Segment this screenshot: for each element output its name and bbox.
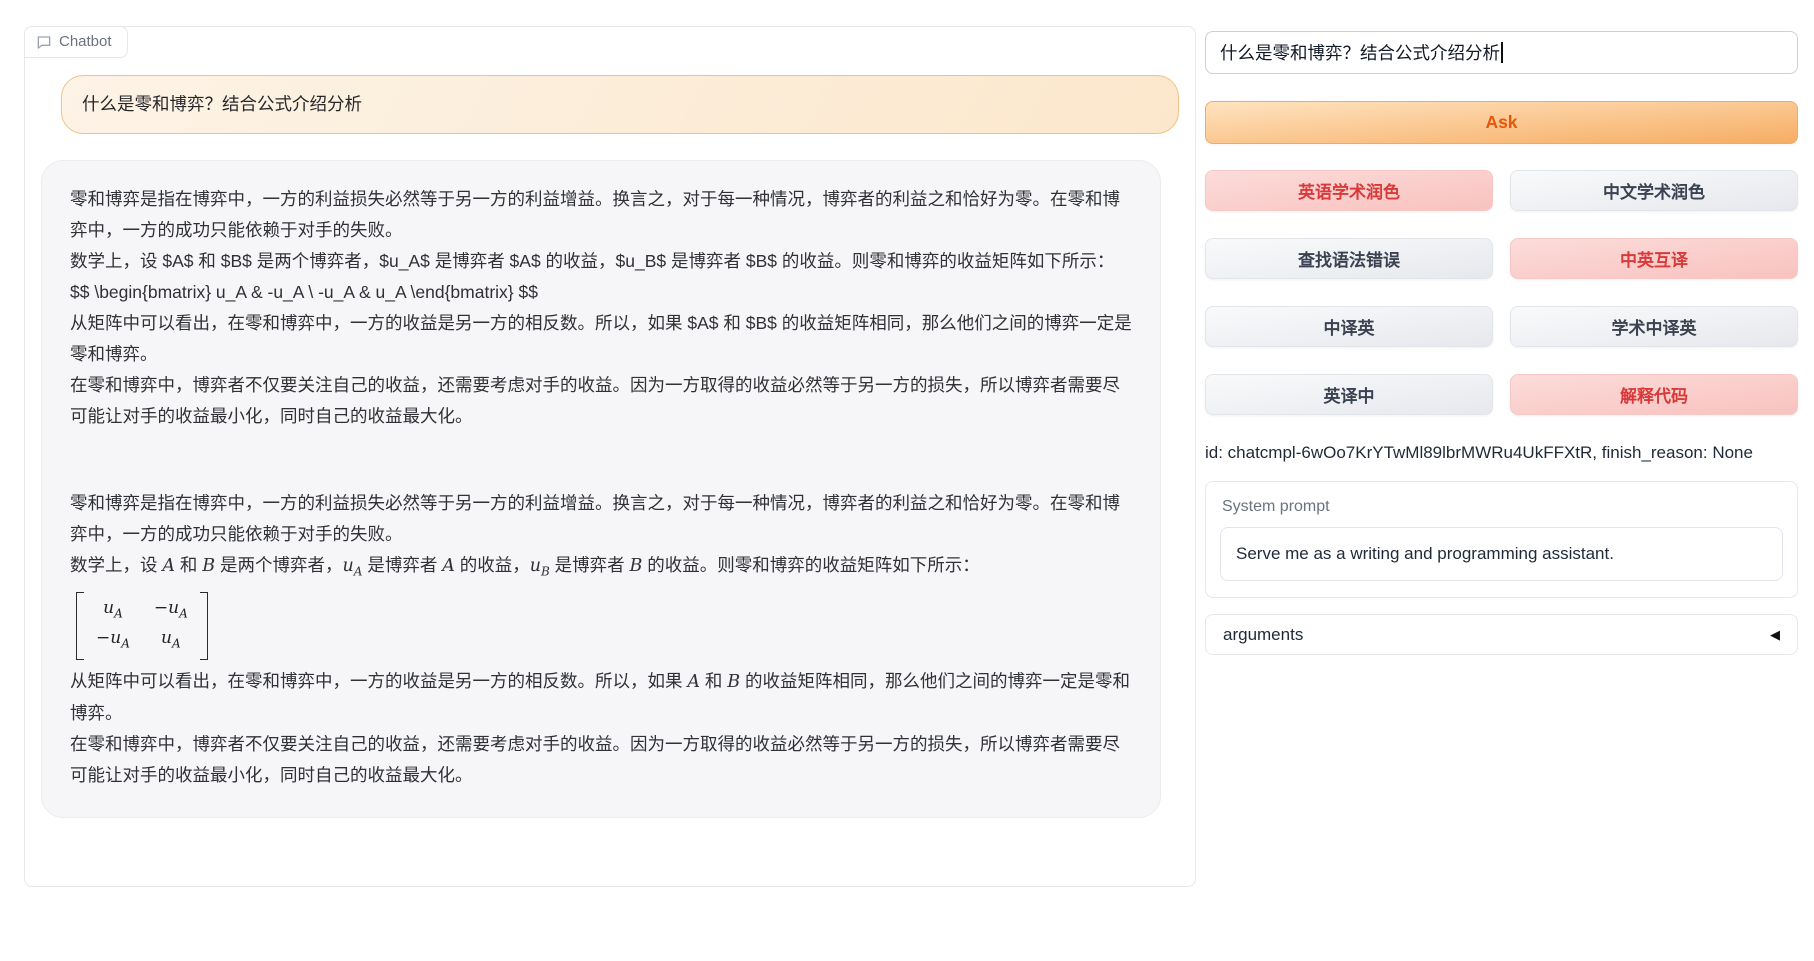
text-segment: 从矩阵中可以看出，在零和博弈中，一方的收益是另一方的相反数。所以，如果 [70,671,687,691]
function-button[interactable]: 中文学术润色 [1510,170,1798,211]
matrix-left-bracket [76,592,84,661]
function-button[interactable]: 中英互译 [1510,238,1798,279]
function-button[interactable]: 英语学术润色 [1205,170,1493,211]
chatbot-label-text: Chatbot [59,33,112,50]
payoff-matrix: uA−uA−uAuA [76,592,208,661]
math-variable: B [202,556,215,576]
bot-message-bubble: 零和博弈是指在博弈中，一方的利益损失必然等于另一方的利益增益。换言之，对于每一种… [41,160,1161,818]
user-message-bubble: 什么是零和博弈？结合公式介绍分析 [61,75,1179,134]
text-cursor [1501,42,1503,63]
bot-paragraph: 在零和博弈中，博弈者不仅要关注自己的收益，还需要考虑对手的收益。因为一方取得的收… [70,729,1132,791]
chatbot-panel: Chatbot 什么是零和博弈？结合公式介绍分析 零和博弈是指在博弈中，一方的利… [24,26,1196,887]
chat-messages: 什么是零和博弈？结合公式介绍分析 零和博弈是指在博弈中，一方的利益损失必然等于另… [25,27,1195,834]
text-segment: 的收益， [455,555,530,575]
text-segment: 是博弈者 [362,555,442,575]
bot-paragraph: 从矩阵中可以看出，在零和博弈中，一方的收益是另一方的相反数。所以，如果 $A$ … [70,308,1132,370]
system-prompt-label: System prompt [1222,497,1783,517]
prompt-input-text: 什么是零和博弈？结合公式介绍分析 [1220,40,1500,65]
bot-paragraph: 数学上，设 $A$ 和 $B$ 是两个博弈者，$u_A$ 是博弈者 $A$ 的收… [70,246,1132,277]
matrix-cell: uA [154,626,188,656]
math-variable: A [442,556,455,576]
accordion-label: arguments [1223,625,1303,645]
matrix-cell: −uA [96,626,130,656]
bot-paragraph: 在零和博弈中，博弈者不仅要关注自己的收益，还需要考虑对手的收益。因为一方取得的收… [70,370,1132,432]
function-button[interactable]: 英译中 [1205,374,1493,415]
math-variable: uB [530,556,550,576]
text-segment: 和 [175,555,202,575]
math-variable: A [162,556,175,576]
prompt-input[interactable]: 什么是零和博弈？结合公式介绍分析 [1205,31,1798,74]
bot-message-gap [70,432,1132,488]
bot-paragraph-math: 从矩阵中可以看出，在零和博弈中，一方的收益是另一方的相反数。所以，如果 A 和 … [70,666,1132,729]
accordion-arrow-icon: ◀ [1770,627,1780,643]
bot-raw-section: 零和博弈是指在博弈中，一方的利益损失必然等于另一方的利益增益。换言之，对于每一种… [70,184,1132,432]
function-button[interactable]: 查找语法错误 [1205,238,1493,279]
page-title-clipped: 学术优化 [900,0,1036,7]
math-variable: A [687,672,700,692]
system-prompt-text: Serve me as a writing and programming as… [1236,544,1614,564]
function-button[interactable]: 学术中译英 [1510,306,1798,347]
matrix-cell: −uA [154,596,188,626]
matrix-cell: uA [96,596,130,626]
control-column: 什么是零和博弈？结合公式介绍分析 Ask 英语学术润色中文学术润色查找语法错误中… [1205,31,1798,655]
bot-rendered-section: 零和博弈是指在博弈中，一方的利益损失必然等于另一方的利益增益。换言之，对于每一种… [70,488,1132,791]
response-status-line: id: chatcmpl-6wOo7KrYTwMl89lbrMWRu4UkFFX… [1205,442,1798,464]
arguments-accordion[interactable]: arguments ◀ [1205,614,1798,655]
bot-paragraph-latex: $$ \begin{bmatrix} u_A & -u_A \ -u_A & u… [70,277,1132,308]
page: 学术优化 Chatbot 什么是零和博弈？结合公式介绍分析 零和博弈是指在博弈中… [0,0,1814,961]
text-segment: 和 [700,671,727,691]
system-prompt-input[interactable]: Serve me as a writing and programming as… [1220,527,1783,581]
user-message-text: 什么是零和博弈？结合公式介绍分析 [82,94,362,114]
text-segment: 是博弈者 [550,555,630,575]
text-segment: 数学上，设 [70,555,162,575]
system-prompt-group: System prompt Serve me as a writing and … [1205,481,1798,598]
ask-button[interactable]: Ask [1205,101,1798,144]
bot-paragraph-math: 数学上，设 A 和 B 是两个博弈者，uA 是博弈者 A 的收益，uB 是博弈者… [70,550,1132,588]
bot-matrix-block: uA−uA−uAuA [70,588,1132,667]
chat-bubble-icon [36,34,52,50]
function-button[interactable]: 中译英 [1205,306,1493,347]
math-variable: B [727,672,740,692]
bot-paragraph: 零和博弈是指在博弈中，一方的利益损失必然等于另一方的利益增益。换言之，对于每一种… [70,184,1132,246]
text-segment: 的收益。则零和博弈的收益矩阵如下所示： [642,555,979,575]
function-button-grid: 英语学术润色中文学术润色查找语法错误中英互译中译英学术中译英英译中解释代码 [1205,170,1798,415]
math-variable: uA [343,556,363,576]
text-segment: 是两个博弈者， [215,555,342,575]
math-variable: B [630,556,643,576]
bot-paragraph: 零和博弈是指在博弈中，一方的利益损失必然等于另一方的利益增益。换言之，对于每一种… [70,488,1132,550]
matrix-right-bracket [200,592,208,661]
function-button[interactable]: 解释代码 [1510,374,1798,415]
chatbot-label-tab: Chatbot [24,26,128,58]
